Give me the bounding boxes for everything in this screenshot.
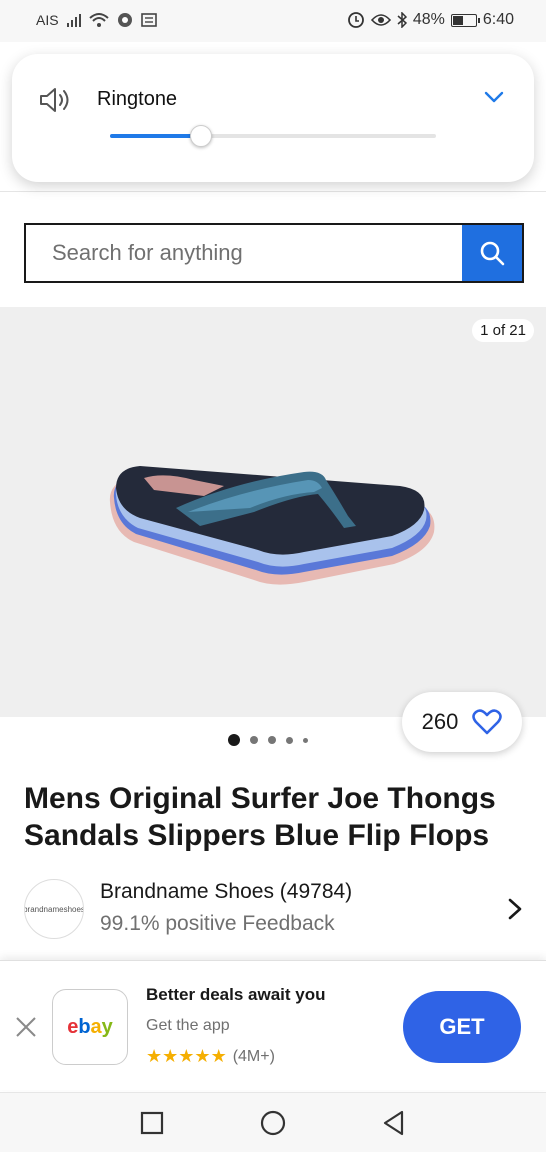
search-button[interactable] <box>462 225 522 281</box>
carrier-label: AIS <box>36 12 59 28</box>
image-pagination <box>228 734 308 746</box>
get-app-button[interactable]: GET <box>403 991 521 1063</box>
star-icon: ★ <box>210 1046 227 1066</box>
wifi-icon <box>88 13 109 27</box>
app-install-banner: ebay Better deals await you Get the app … <box>0 960 546 1090</box>
rating-stars: ★★★★★ <box>146 1047 227 1067</box>
ebay-logo-text: ebay <box>67 1015 113 1038</box>
seller-feedback: 99.1% positive Feedback <box>100 912 335 935</box>
product-image <box>109 466 435 585</box>
pagination-dot[interactable] <box>250 736 258 744</box>
pagination-dot[interactable] <box>303 737 308 743</box>
clock: 6:40 <box>482 11 514 28</box>
back-icon[interactable] <box>380 1109 408 1137</box>
ebay-app-logo: ebay <box>52 989 128 1065</box>
rating-count: (4M+) <box>232 1048 275 1065</box>
volume-stream-label: Ringtone <box>97 88 178 110</box>
data-saver-icon <box>347 12 364 28</box>
recent-apps-icon[interactable] <box>138 1109 166 1137</box>
close-icon[interactable] <box>14 1015 38 1039</box>
status-bar: AIS 48% 6:40 <box>0 0 546 42</box>
eye-comfort-icon <box>370 14 391 26</box>
seller-logo-text: brandnameshoes <box>24 904 84 914</box>
pagination-dot-active[interactable] <box>228 734 240 746</box>
watch-button[interactable]: 260 <box>402 692 522 752</box>
star-icon: ★ <box>178 1046 195 1066</box>
status-left: AIS <box>36 12 157 28</box>
status-right: 48% 6:40 <box>347 11 514 29</box>
battery-icon <box>450 13 480 27</box>
chevron-right-icon <box>508 898 522 920</box>
app-rating: ★★★★★ (4M+) <box>146 1047 275 1067</box>
search-icon <box>480 241 505 266</box>
banner-subtitle: Get the app <box>146 1017 230 1034</box>
volume-slider[interactable] <box>110 125 436 147</box>
search-bar <box>24 223 524 283</box>
speaker-icon[interactable] <box>38 86 72 114</box>
star-icon: ★ <box>146 1046 163 1066</box>
product-image-gallery[interactable]: 1 of 21 <box>0 307 546 717</box>
volume-slider-fill <box>110 134 202 138</box>
heart-icon <box>472 709 503 735</box>
chevron-down-icon[interactable] <box>484 90 504 104</box>
star-icon: ★ <box>162 1046 179 1066</box>
seller-name: Brandname Shoes (49784) <box>100 880 353 903</box>
volume-slider-thumb[interactable] <box>190 125 213 147</box>
volume-panel: Ringtone <box>12 54 534 182</box>
signal-icon <box>66 13 81 27</box>
seller-info-row[interactable]: brandnameshoes Brandname Shoes (49784) 9… <box>24 874 534 942</box>
chrome-icon <box>117 13 132 27</box>
battery-percent: 48% <box>412 11 445 28</box>
pagination-dot[interactable] <box>286 736 293 744</box>
system-nav-bar <box>0 1092 546 1152</box>
product-title: Mens Original Surfer Joe Thongs Sandals … <box>24 782 496 852</box>
banner-title: Better deals await you <box>146 985 326 1004</box>
seller-logo: brandnameshoes <box>24 879 84 939</box>
watch-count: 260 <box>421 709 459 734</box>
bluetooth-icon <box>397 12 407 28</box>
home-icon[interactable] <box>259 1109 287 1137</box>
search-input[interactable] <box>26 225 462 281</box>
image-counter: 1 of 21 <box>472 319 534 342</box>
news-icon <box>140 13 157 27</box>
star-icon: ★ <box>194 1046 211 1066</box>
pagination-dot[interactable] <box>268 736 276 744</box>
